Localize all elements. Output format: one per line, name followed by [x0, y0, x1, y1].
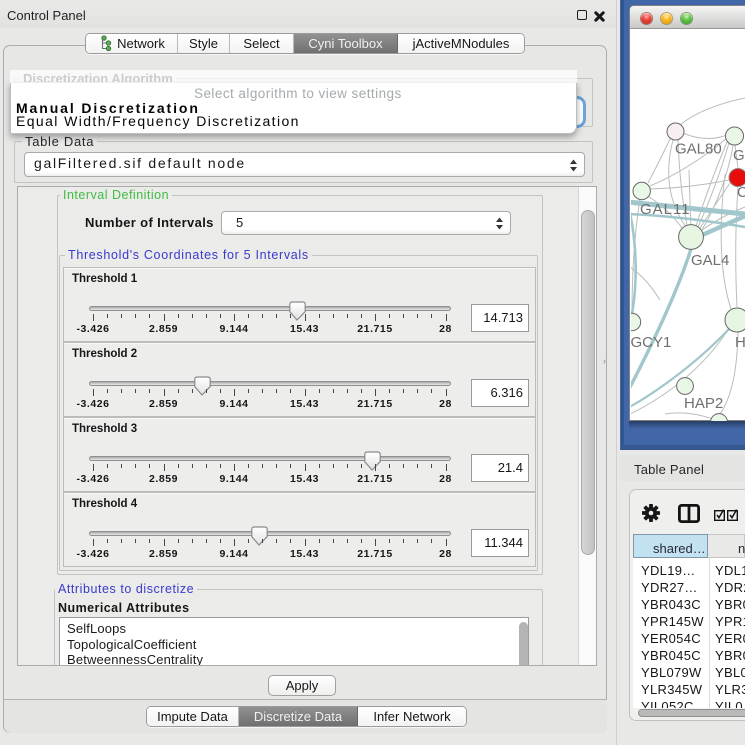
svg-text:C: C [737, 184, 745, 201]
svg-text:GAL4: GAL4 [691, 252, 729, 269]
svg-text:G.: G. [733, 147, 745, 164]
svg-text:HAP2: HAP2 [684, 395, 723, 412]
svg-text:GAL80: GAL80 [675, 141, 722, 158]
svg-text:GCY1: GCY1 [631, 334, 671, 351]
svg-text:H: H [735, 334, 745, 351]
svg-text:GAL11: GAL11 [640, 201, 691, 218]
